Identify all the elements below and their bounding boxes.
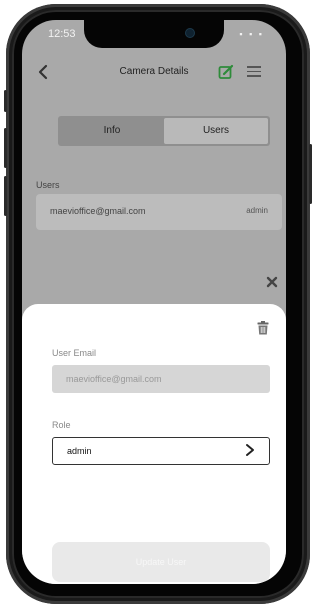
edit-icon: [218, 64, 234, 79]
phone-frame: 12:53 ▪ ▪ ▪ Camera Details Info Users Us…: [4, 4, 312, 604]
notch: [84, 20, 224, 48]
user-email-field[interactable]: maevioffice@gmail.com: [52, 365, 270, 393]
app-header: Camera Details: [22, 58, 286, 88]
status-time: 12:53: [48, 28, 76, 40]
role-select[interactable]: admin: [52, 437, 270, 465]
delete-button[interactable]: [257, 321, 269, 335]
camera-icon: [186, 29, 194, 37]
user-email-value: maevioffice@gmail.com: [66, 374, 162, 384]
user-row[interactable]: maevioffice@gmail.com admin: [36, 194, 282, 230]
close-button[interactable]: [266, 276, 278, 290]
phone-side-button: [4, 176, 7, 216]
users-section-label: Users: [36, 180, 60, 190]
user-role: admin: [246, 206, 268, 215]
phone-bezel: 12:53 ▪ ▪ ▪ Camera Details Info Users Us…: [12, 10, 304, 598]
user-email-label: User Email: [52, 348, 97, 358]
chevron-right-icon: [245, 443, 255, 460]
hamburger-menu-icon: [247, 75, 261, 77]
edit-button[interactable]: [218, 64, 234, 80]
phone-side-button: [4, 90, 7, 112]
tab-info[interactable]: Info: [60, 118, 164, 144]
tab-users[interactable]: Users: [164, 118, 268, 144]
trash-icon: [257, 321, 269, 335]
hamburger-menu-icon: [247, 70, 261, 72]
role-label: Role: [52, 420, 71, 430]
menu-button[interactable]: [247, 66, 261, 78]
edit-user-sheet: User Email maevioffice@gmail.com Role ad…: [22, 304, 286, 584]
role-value: admin: [67, 446, 92, 456]
user-email: maevioffice@gmail.com: [50, 206, 146, 216]
phone-side-button: [4, 128, 7, 168]
app-screen: 12:53 ▪ ▪ ▪ Camera Details Info Users Us…: [22, 20, 286, 584]
hamburger-menu-icon: [247, 66, 261, 68]
update-user-button[interactable]: Update User: [52, 542, 270, 582]
status-indicators: ▪ ▪ ▪: [239, 29, 264, 39]
phone-side-button: [309, 144, 312, 204]
close-icon: [266, 276, 278, 288]
tab-bar: Info Users: [58, 116, 270, 146]
